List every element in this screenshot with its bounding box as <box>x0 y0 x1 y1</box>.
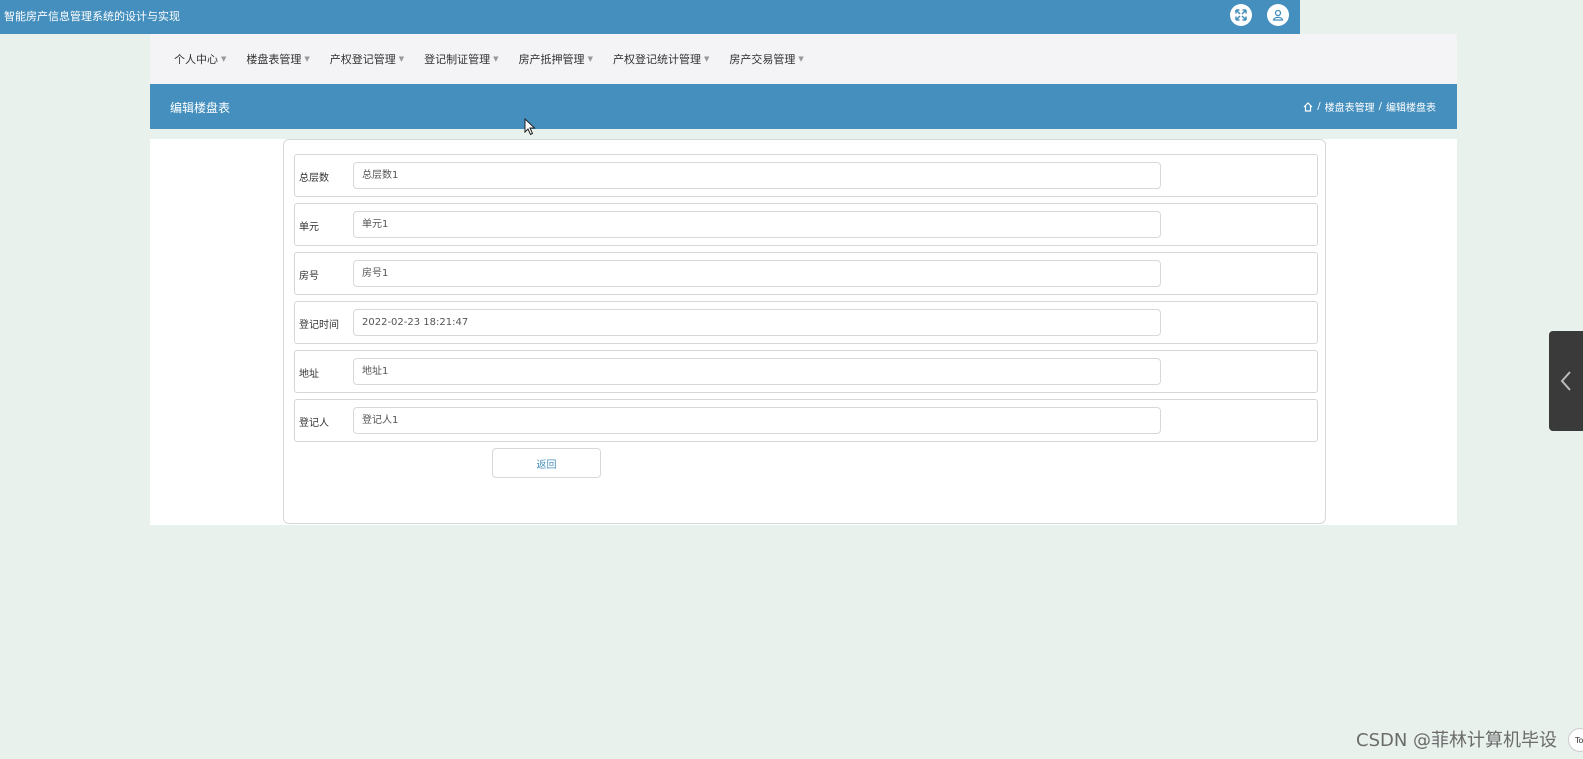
user-icon <box>1272 9 1284 21</box>
breadcrumb-separator: / <box>1317 101 1321 112</box>
breadcrumb-separator: / <box>1378 101 1382 112</box>
field-label: 房号 <box>299 271 319 282</box>
form-row-registrant: 登记人 登记人1 <box>294 399 1318 442</box>
form-row-registration-time: 登记时间 2022-02-23 18:21:47 <box>294 301 1318 344</box>
form-row-unit: 单元 单元1 <box>294 203 1318 246</box>
unit-input[interactable]: 单元1 <box>353 211 1161 238</box>
caret-down-icon: ▼ <box>398 55 405 63</box>
total-floors-input[interactable]: 总层数1 <box>353 162 1161 189</box>
nav-item-property-registration[interactable]: 产权登记管理 ▼ <box>330 51 404 67</box>
form-row-total-floors: 总层数 总层数1 <box>294 154 1318 197</box>
page-header: 编辑楼盘表 / 楼盘表管理 / 编辑楼盘表 <box>150 84 1457 129</box>
page-title: 编辑楼盘表 <box>170 101 231 115</box>
top-bar: 智能房产信息管理系统的设计与实现 <box>0 0 1300 34</box>
mouse-cursor-icon <box>524 118 536 136</box>
main-nav: 个人中心 ▼ 楼盘表管理 ▼ 产权登记管理 ▼ 登记制证管理 ▼ 房产抵押管理 ▼ 产权登… <box>150 34 1457 84</box>
caret-down-icon: ▼ <box>587 55 593 63</box>
registrant-input[interactable]: 登记人1 <box>353 407 1161 434</box>
back-button[interactable]: 返回 <box>492 448 601 478</box>
nav-item-certificate-management[interactable]: 登记制证管理 ▼ <box>424 51 498 67</box>
room-number-input[interactable]: 房号1 <box>353 260 1161 287</box>
watermark: CSDN @菲林计算机毕设 <box>1356 730 1558 751</box>
form-row-address: 地址 地址1 <box>294 350 1318 393</box>
caret-down-icon: ▼ <box>493 55 499 63</box>
caret-down-icon: ▼ <box>221 55 227 63</box>
field-label: 地址 <box>299 369 319 380</box>
form-card: 总层数 总层数1 单元 单元1 房号 房号1 登记时间 2022-02-23 1… <box>283 139 1326 524</box>
back-to-top-button[interactable]: To <box>1568 728 1583 752</box>
caret-down-icon: ▼ <box>304 55 310 63</box>
field-label: 单元 <box>299 222 319 233</box>
nav-item-transaction-management[interactable]: 房产交易管理 ▼ <box>729 51 803 67</box>
nav-item-registration-statistics[interactable]: 产权登记统计管理 ▼ <box>613 51 709 67</box>
nav-item-building-management[interactable]: 楼盘表管理 ▼ <box>246 51 309 67</box>
breadcrumb: / 楼盘表管理 / 编辑楼盘表 <box>1303 99 1436 114</box>
field-label: 登记人 <box>299 418 329 429</box>
chevron-left-icon <box>1560 371 1571 391</box>
main-content: 总层数 总层数1 单元 单元1 房号 房号1 登记时间 2022-02-23 1… <box>150 139 1457 525</box>
breadcrumb-level1[interactable]: 楼盘表管理 <box>1325 99 1375 114</box>
address-input[interactable]: 地址1 <box>353 358 1161 385</box>
expand-icon <box>1235 9 1247 21</box>
side-panel-toggle[interactable] <box>1549 331 1583 431</box>
breadcrumb-level2: 编辑楼盘表 <box>1386 103 1436 114</box>
field-label: 总层数 <box>299 173 329 184</box>
field-label: 登记时间 <box>299 320 339 331</box>
app-title: 智能房产信息管理系统的设计与实现 <box>4 10 180 23</box>
registration-time-input[interactable]: 2022-02-23 18:21:47 <box>353 309 1161 336</box>
nav-item-mortgage-management[interactable]: 房产抵押管理 ▼ <box>519 51 593 67</box>
home-icon[interactable] <box>1303 101 1313 112</box>
form-row-room-number: 房号 房号1 <box>294 252 1318 295</box>
fullscreen-button[interactable] <box>1230 4 1252 26</box>
nav-item-personal-center[interactable]: 个人中心 ▼ <box>174 51 226 67</box>
user-menu-button[interactable] <box>1267 4 1289 26</box>
caret-down-icon: ▼ <box>798 55 804 63</box>
caret-down-icon: ▼ <box>703 55 710 63</box>
